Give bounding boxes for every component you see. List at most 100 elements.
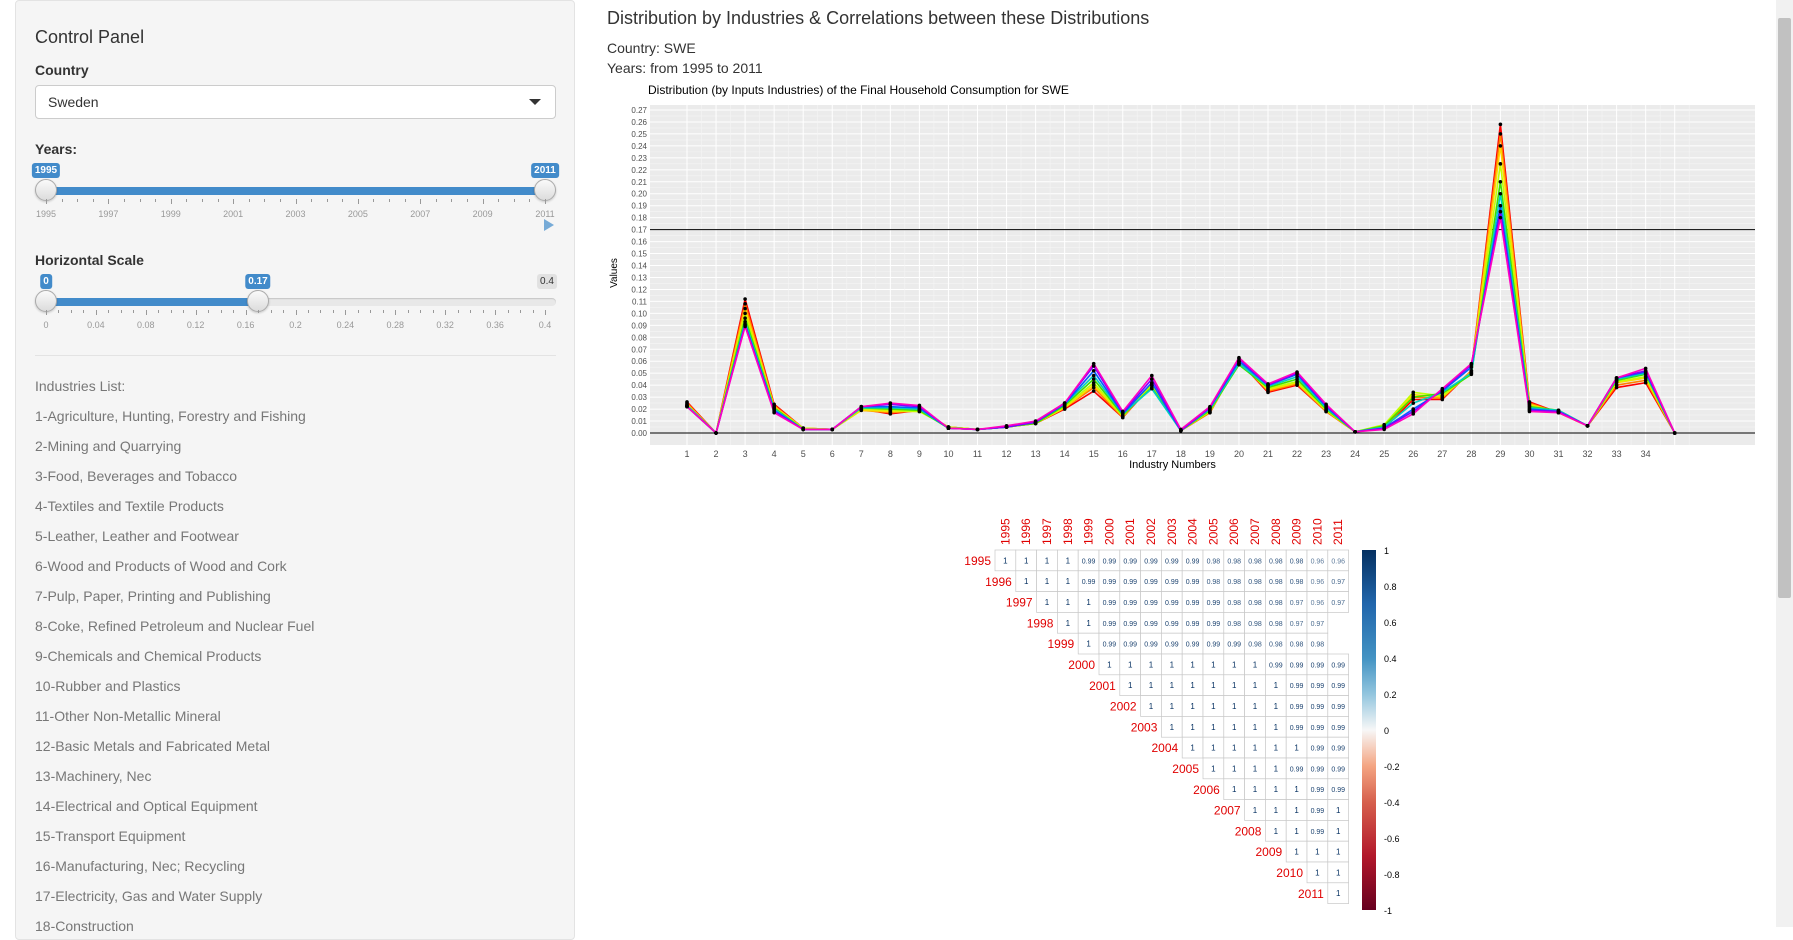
corr-value: 1 [1232,744,1237,753]
corr-value: 0.97 [1331,579,1345,586]
corr-value: 1 [1024,577,1029,586]
corr-value: 0.99 [1103,642,1117,649]
years-slider-handle-from[interactable] [35,179,57,201]
years-slider-tick [482,199,484,204]
years-slider-minor-tick [186,199,188,202]
country-select[interactable]: Sweden [35,85,556,119]
x-tick-label: 27 [1437,449,1447,459]
corr-column-label: 1996 [1019,518,1033,545]
corr-value: 0.99 [1186,621,1200,628]
hscale-slider-range[interactable] [46,298,258,306]
corr-row-label: 2007 [1214,804,1241,818]
x-tick-label: 10 [943,449,953,459]
colorbar-tick-label: -1 [1384,906,1392,916]
x-tick-label: 25 [1379,449,1389,459]
x-tick-label: 5 [801,449,806,459]
corr-value: 1 [1232,785,1237,794]
x-tick-label: 19 [1205,449,1215,459]
corr-value: 0.99 [1207,642,1221,649]
data-point [1411,401,1416,405]
corr-value: 0.98 [1269,642,1283,649]
x-tick-label: 2 [714,449,719,459]
chevron-down-icon[interactable] [529,99,541,105]
corr-value: 1 [1253,806,1258,815]
corr-value: 1 [1211,764,1216,773]
data-point [1091,377,1096,381]
corr-value: 1 [1232,681,1237,690]
corr-row-label: 1997 [1006,596,1033,610]
corr-value: 0.98 [1311,642,1325,649]
data-point [743,297,747,301]
hscale-slider-minor-tick [158,310,160,313]
corr-value: 0.98 [1269,579,1283,586]
corr-value: 0.99 [1207,600,1221,607]
corr-value: 0.99 [1331,704,1345,711]
corr-column-label: 1999 [1082,518,1096,545]
hscale-slider-minor-tick [208,310,210,313]
colorbar-tick-label: 0.6 [1384,618,1397,628]
data-point [1556,410,1561,415]
hscale-slider-handle-from[interactable] [35,290,57,312]
corr-value: 1 [1274,785,1279,794]
industry-list-item: 9-Chemicals and Chemical Products [35,648,262,664]
years-slider-tick-label: 1995 [35,209,57,219]
hscale-slider-tick [46,310,47,315]
country-label: Country [35,62,89,78]
corr-value: 1 [1253,785,1258,794]
corr-column-label: 1997 [1040,518,1054,545]
vertical-scrollbar[interactable] [1776,0,1793,927]
hscale-max-badge: 0.4 [537,274,557,289]
line-chart-title: Distribution (by Inputs Industries) of t… [648,83,1069,97]
colorbar [1362,550,1376,910]
play-icon[interactable] [544,219,554,231]
plot-panel [650,105,1755,445]
data-point [743,306,747,311]
scrollbar-thumb[interactable] [1778,18,1791,598]
corr-value: 0.99 [1165,579,1179,586]
corr-value: 0.99 [1186,642,1200,649]
distribution-line-chart: Distribution (by Inputs Industries) of t… [609,83,1755,471]
years-slider-handle-to[interactable] [534,179,556,201]
years-slider-minor-tick [404,199,406,202]
corr-value: 0.98 [1227,558,1241,565]
corr-column-label: 2007 [1248,518,1262,545]
y-tick-label: 0.20 [631,190,647,199]
x-tick-label: 21 [1263,449,1273,459]
years-slider-tick-label: 1999 [160,209,181,219]
hscale-slider-handle-to[interactable] [247,290,269,312]
corr-row-label: 2006 [1193,783,1220,797]
hscale-slider-tick-label: 0.2 [289,320,302,330]
colorbar-tick-label: -0.2 [1384,762,1400,772]
hscale-slider-tick-label: 0.24 [336,320,355,330]
corr-value: 0.99 [1123,621,1137,628]
years-slider-range[interactable] [46,187,545,195]
data-point [1062,401,1067,405]
data-point [1150,386,1154,391]
hscale-slider-minor-tick [307,310,309,313]
years-slider[interactable]: 1995 2011 1995 1997 1999 2001 2003 2005 2007 20… [31,163,559,237]
data-point [1411,390,1416,395]
corr-value: 0.99 [1165,600,1179,607]
years-slider-minor-tick [451,199,453,202]
corr-value: 1 [1274,806,1279,815]
y-tick-label: 0.09 [631,321,647,330]
years-slider-tick [295,199,297,204]
hscale-slider-minor-tick [470,310,472,313]
x-tick-label: 30 [1524,449,1534,459]
horizontal-scale-slider[interactable]: 0 0.17 0.4 0 0.04 0.08 0.12 0.16 0.2 0.24 0.28 0… [35,274,557,348]
corr-value: 0.99 [1311,787,1325,794]
corr-value: 1 [1066,577,1071,586]
x-tick-label: 11 [973,449,982,459]
industry-list-item: 8-Coke, Refined Petroleum and Nuclear Fu… [35,618,315,634]
years-slider-minor-tick [77,199,79,202]
corr-value: 1 [1045,577,1050,586]
corr-value: 0.99 [1311,683,1325,690]
corr-value: 0.99 [1290,683,1304,690]
corr-value: 0.98 [1248,558,1262,565]
years-slider-tick-label: 2011 [535,209,555,219]
data-point [1091,361,1096,366]
hscale-slider-minor-tick [83,310,85,313]
corr-value: 1 [1274,723,1279,732]
corr-value: 0.99 [1144,600,1158,607]
corr-column-label: 2005 [1206,518,1220,545]
